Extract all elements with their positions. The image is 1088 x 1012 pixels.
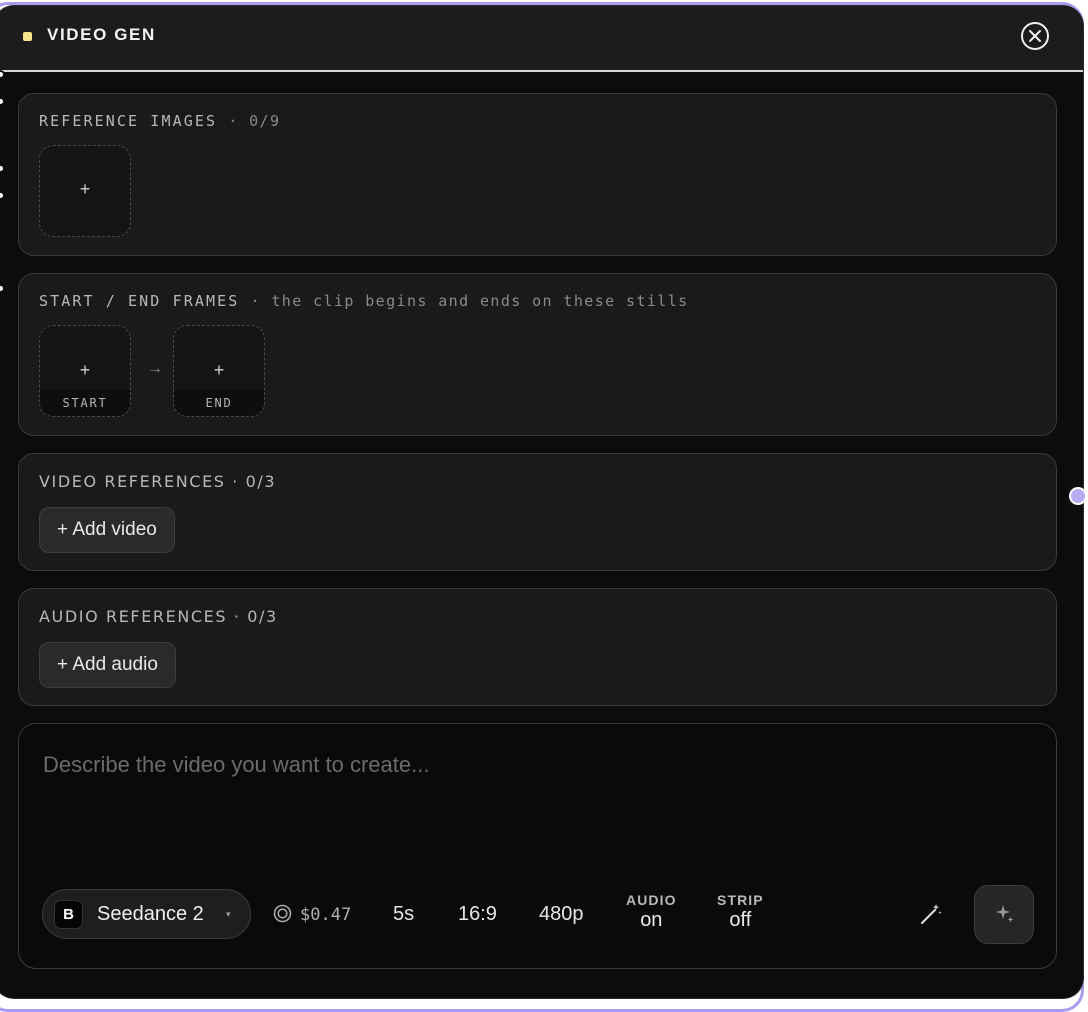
start-end-frames-heading: START / END FRAMES · the clip begins and… xyxy=(39,292,689,310)
prompt-input[interactable] xyxy=(41,750,1035,864)
plus-icon: + xyxy=(79,179,91,199)
prompt-composer: B Seedance 2 ▾ $0.47 5s 16:9 480p AUDIO … xyxy=(18,723,1057,969)
start-frame-slot[interactable]: + START xyxy=(39,325,131,417)
panel-title: VIDEO GEN xyxy=(47,25,156,44)
start-end-frames-section: START / END FRAMES · the clip begins and… xyxy=(18,273,1057,436)
audio-toggle-label: AUDIO xyxy=(626,892,677,908)
close-icon xyxy=(1029,30,1041,42)
start-end-frames-label: START / END FRAMES xyxy=(39,292,240,310)
strip-toggle[interactable]: STRIP off xyxy=(717,892,764,932)
sparkle-icon xyxy=(996,905,1014,923)
add-audio-button[interactable]: + Add audio xyxy=(39,642,176,688)
video-gen-panel: VIDEO GEN REFERENCE IMAGES · 0/9 + START… xyxy=(0,6,1083,998)
title-indicator-dot xyxy=(23,32,32,41)
start-frame-label: START xyxy=(40,390,130,416)
video-references-label: VIDEO REFERENCES xyxy=(39,472,226,491)
audio-toggle[interactable]: AUDIO on xyxy=(626,892,677,932)
video-references-heading: VIDEO REFERENCES · 0/3 xyxy=(39,472,276,491)
resolution-option[interactable]: 480p xyxy=(539,903,584,926)
model-name: Seedance 2 xyxy=(97,903,204,925)
reference-images-label: REFERENCE IMAGES xyxy=(39,112,218,130)
reference-images-section: REFERENCE IMAGES · 0/9 + xyxy=(18,93,1057,256)
chevron-down-icon: ▾ xyxy=(226,909,231,919)
audio-references-section: AUDIO REFERENCES · 0/3 + Add audio xyxy=(18,588,1057,706)
audio-references-heading: AUDIO REFERENCES · 0/3 xyxy=(39,607,278,626)
arrow-right-icon: → xyxy=(147,360,163,377)
aspect-ratio-option[interactable]: 16:9 xyxy=(458,903,497,926)
audio-references-label: AUDIO REFERENCES xyxy=(39,607,228,626)
model-selector[interactable]: B Seedance 2 ▾ xyxy=(42,889,251,939)
generate-button[interactable] xyxy=(974,885,1034,944)
model-logo-icon: B xyxy=(54,900,83,929)
cost-estimate: $0.47 xyxy=(300,905,352,925)
plus-icon: + xyxy=(213,360,225,380)
magic-wand-icon[interactable] xyxy=(919,902,943,926)
audio-references-count: · 0/3 xyxy=(233,607,278,626)
close-button[interactable] xyxy=(1021,22,1049,50)
end-frame-slot[interactable]: + END xyxy=(173,325,265,417)
reference-images-count: · 0/9 xyxy=(228,112,281,130)
output-handle[interactable] xyxy=(1069,487,1087,505)
strip-toggle-value: off xyxy=(729,909,752,931)
video-references-section: VIDEO REFERENCES · 0/3 + Add video xyxy=(18,453,1057,571)
add-video-button[interactable]: + Add video xyxy=(39,507,175,553)
video-references-count: · 0/3 xyxy=(232,472,277,491)
start-end-frames-hint: · the clip begins and ends on these stil… xyxy=(250,292,689,310)
plus-icon: + xyxy=(79,360,91,380)
strip-toggle-label: STRIP xyxy=(717,892,764,908)
reference-images-heading: REFERENCE IMAGES · 0/9 xyxy=(39,112,280,130)
panel-header[interactable]: VIDEO GEN xyxy=(0,6,1083,72)
end-frame-label: END xyxy=(174,390,264,416)
add-reference-image-button[interactable]: + xyxy=(39,145,131,237)
audio-toggle-value: on xyxy=(640,909,663,931)
duration-option[interactable]: 5s xyxy=(393,903,414,926)
coin-icon xyxy=(273,904,292,923)
